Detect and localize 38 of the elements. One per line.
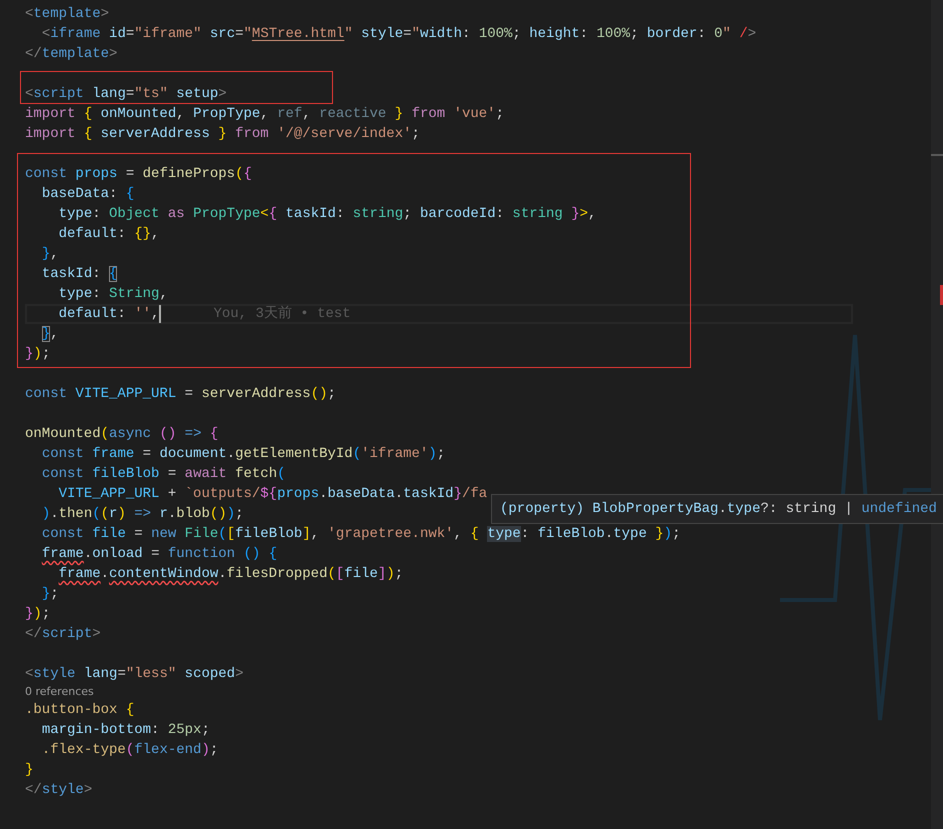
code-line: .button-box { <box>25 701 134 720</box>
code-line: }, <box>40 325 59 344</box>
code-line: const file = new File([fileBlob], 'grapetree.nwk', { type: fileBlob.type }); <box>40 525 680 544</box>
code-line: <style lang="less" scoped> <box>25 665 244 684</box>
code-line: import { serverAddress } from '/@/serve/index'; <box>25 125 420 144</box>
code-line: }; <box>40 585 59 604</box>
code-line: const frame = document.getElementById('iframe'); <box>40 445 446 464</box>
code-line: const VITE_APP_URL = serverAddress(); <box>25 385 336 404</box>
code-line: <template> <box>25 5 110 24</box>
blame-annotation: You, 3天前 • test <box>213 304 351 324</box>
text-cursor <box>159 305 162 323</box>
code-line: const props = defineProps({ <box>25 165 252 184</box>
code-line: } <box>25 761 34 780</box>
code-line: VITE_APP_URL + `outputs/${props.baseData.taskId}/fa <box>58 485 488 504</box>
code-line: const fileBlob = await fetch( <box>40 465 286 484</box>
code-line: </style> <box>25 781 92 800</box>
code-line: import { onMounted, PropType, ref, reactive } from 'vue'; <box>25 105 504 124</box>
code-line: <script lang="ts" setup> <box>25 85 227 104</box>
code-line: onMounted(async () => { <box>25 425 218 444</box>
code-line: }); <box>25 345 50 364</box>
code-line: }); <box>25 605 50 624</box>
code-line: frame.contentWindow.filesDropped([file]); <box>58 565 404 584</box>
code-line: ).then((r) => r.blob()); <box>40 505 244 524</box>
code-line: default: {}, <box>58 225 160 244</box>
references-codelens[interactable]: 0 references <box>25 685 94 698</box>
code-line: default: '', <box>58 305 160 324</box>
code-line: margin-bottom: 25px; <box>40 721 210 740</box>
code-line: .flex-type(flex-end); <box>40 741 218 760</box>
code-line: </script> <box>25 625 101 644</box>
code-line: type: String, <box>58 285 168 304</box>
code-line: baseData: { <box>40 185 134 204</box>
code-line: <iframe id="iframe" src="MSTree.html" style="width: 100%; height: 100%; border: 0" /> <box>40 25 756 44</box>
code-line: }, <box>40 245 59 264</box>
code-line: frame.onload = function () { <box>40 545 278 564</box>
code-line: type: Object as PropType<{ taskId: string; barcodeId: string }>, <box>58 205 596 224</box>
code-line: taskId: { <box>40 265 118 284</box>
code-line: </template> <box>25 45 118 64</box>
tooltip-text: (property) BlobPropertyBag.type?: string | undefined <box>500 501 937 517</box>
